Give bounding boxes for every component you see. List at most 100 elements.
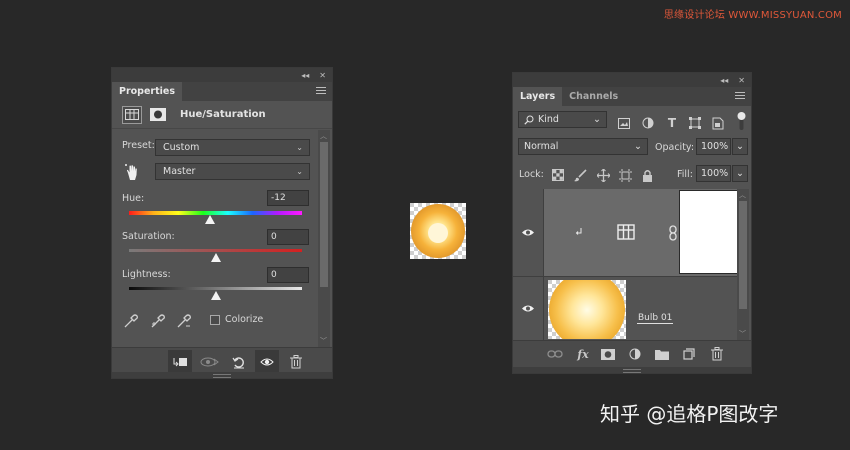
toggle-visibility-button[interactable] xyxy=(255,350,279,373)
properties-scrollbar[interactable]: ︿ ﹀ xyxy=(318,130,330,347)
bulb-image-preview xyxy=(410,203,466,259)
new-group-folder-icon[interactable] xyxy=(653,346,671,362)
lock-all-icon[interactable] xyxy=(640,168,654,182)
preset-label: Preset: xyxy=(122,140,155,151)
clipping-arrow-icon xyxy=(575,227,585,239)
filter-shape-icon[interactable] xyxy=(688,116,702,130)
eyedropper-icon[interactable] xyxy=(122,312,140,330)
hue-slider-thumb[interactable] xyxy=(204,215,215,224)
lock-artboard-icon[interactable] xyxy=(618,168,632,182)
add-mask-icon[interactable] xyxy=(599,346,617,362)
colorize-label: Colorize xyxy=(225,314,264,325)
fill-input[interactable]: 100% xyxy=(696,165,731,182)
chain-link-icon[interactable] xyxy=(668,225,678,241)
panel-menu-icon[interactable] xyxy=(316,87,326,96)
opacity-label: Opacity: xyxy=(655,142,695,153)
panel-resize-grip[interactable] xyxy=(513,367,751,373)
delete-adjustment-button[interactable] xyxy=(284,350,308,373)
lightness-slider[interactable] xyxy=(129,287,302,290)
filter-adjustment-icon[interactable] xyxy=(641,116,655,130)
hue-saturation-layer-icon xyxy=(617,224,635,240)
chevron-down-icon: ⌄ xyxy=(593,114,601,125)
fill-dropdown[interactable]: ⌄ xyxy=(732,165,748,182)
preset-dropdown[interactable]: Custom ⌄ xyxy=(155,139,310,156)
lock-transparent-icon[interactable] xyxy=(551,168,565,182)
layer-mask-thumbnail[interactable] xyxy=(680,191,738,273)
layers-scrollbar[interactable]: ︿ ﹀ xyxy=(737,189,749,340)
reset-adjustment-button[interactable] xyxy=(227,350,251,373)
filter-pixel-icon[interactable] xyxy=(617,116,631,130)
saturation-input[interactable]: 0 xyxy=(267,229,309,245)
chevron-down-icon: ⌄ xyxy=(296,167,303,176)
tab-channels[interactable]: Channels xyxy=(562,87,625,106)
chevron-down-icon: ⌄ xyxy=(736,168,744,179)
opacity-input[interactable]: 100% xyxy=(696,138,731,155)
lock-image-brush-icon[interactable] xyxy=(573,168,587,182)
collapse-icon[interactable]: ◂◂ xyxy=(301,71,309,80)
eyedropper-subtract-icon[interactable] xyxy=(175,312,193,330)
filter-kind-dropdown[interactable]: Kind ⌄ xyxy=(518,111,607,128)
layer-mask-icon[interactable] xyxy=(148,106,168,124)
close-icon[interactable]: ✕ xyxy=(319,71,326,80)
hue-slider[interactable] xyxy=(129,211,302,215)
chevron-down-icon: ⌄ xyxy=(634,141,642,152)
tab-properties[interactable]: Properties xyxy=(112,82,182,101)
visibility-eye-icon[interactable] xyxy=(513,277,544,340)
layer-style-fx-icon[interactable]: fx xyxy=(574,346,592,362)
panel-resize-grip[interactable] xyxy=(112,372,332,378)
lightness-slider-thumb[interactable] xyxy=(210,291,221,300)
blend-mode-dropdown[interactable]: Normal ⌄ xyxy=(518,138,648,155)
adjustment-title: Hue/Saturation xyxy=(180,109,266,120)
scrollbar-thumb[interactable] xyxy=(739,201,747,309)
filter-kind-value: Kind xyxy=(538,114,559,125)
layers-footer: fx xyxy=(513,340,751,367)
layers-panel: ◂◂ ✕ Layers Channels Kind ⌄ T Normal ⌄ Op… xyxy=(512,72,752,374)
opacity-dropdown[interactable]: ⌄ xyxy=(732,138,748,155)
lightness-input[interactable]: 0 xyxy=(267,267,309,283)
scroll-up-icon[interactable]: ︿ xyxy=(320,131,327,141)
delete-layer-icon[interactable] xyxy=(708,346,726,362)
fill-label: Fill: xyxy=(677,169,693,180)
scroll-down-icon[interactable]: ﹀ xyxy=(320,336,327,346)
layer-name[interactable]: Bulb 01 xyxy=(637,313,674,324)
properties-footer xyxy=(112,347,332,374)
close-icon[interactable]: ✕ xyxy=(738,76,745,85)
targeted-adjustment-hand-icon[interactable] xyxy=(124,163,140,181)
visibility-eye-icon[interactable] xyxy=(513,189,544,276)
collapse-icon[interactable]: ◂◂ xyxy=(720,76,728,85)
layer-row-bulb[interactable]: Bulb 01 xyxy=(513,272,737,348)
new-layer-icon[interactable] xyxy=(680,346,698,362)
link-layers-icon[interactable] xyxy=(546,346,564,362)
view-previous-state-button[interactable] xyxy=(198,350,222,373)
search-icon xyxy=(524,115,534,125)
lock-position-icon[interactable] xyxy=(596,168,610,182)
lightness-label: Lightness: xyxy=(122,269,171,280)
saturation-slider[interactable] xyxy=(129,249,302,252)
layers-tabbar: Layers Channels xyxy=(513,87,751,106)
scrollbar-thumb[interactable] xyxy=(320,142,328,287)
layer-list: Bulb 01 xyxy=(513,189,738,348)
filter-toggle-switch[interactable] xyxy=(737,111,746,131)
chevron-down-icon: ⌄ xyxy=(296,143,303,152)
panel-titlebar: ◂◂ ✕ xyxy=(513,73,751,87)
eyedropper-add-icon[interactable] xyxy=(149,312,167,330)
tab-layers[interactable]: Layers xyxy=(513,87,563,106)
scroll-up-icon[interactable]: ︿ xyxy=(739,190,746,200)
watermark-bottom: 知乎 @追格P图改字 xyxy=(600,402,779,426)
preset-row: Preset: xyxy=(122,140,155,151)
clip-to-layer-button[interactable] xyxy=(168,350,192,373)
filter-type-icon[interactable]: T xyxy=(665,116,679,130)
panel-menu-icon[interactable] xyxy=(735,92,745,101)
scroll-down-icon[interactable]: ﹀ xyxy=(739,329,746,339)
bulb-layer-thumbnail[interactable] xyxy=(548,272,626,348)
channel-dropdown[interactable]: Master ⌄ xyxy=(155,163,310,180)
new-adjustment-layer-icon[interactable] xyxy=(626,346,644,362)
filter-smart-object-icon[interactable] xyxy=(711,116,725,130)
saturation-slider-thumb[interactable] xyxy=(210,253,221,262)
colorize-checkbox[interactable] xyxy=(210,315,220,325)
channel-value: Master xyxy=(163,166,196,177)
layer-row-hue-saturation[interactable] xyxy=(513,189,738,277)
blend-mode-value: Normal xyxy=(524,141,559,152)
hue-saturation-icon[interactable] xyxy=(122,105,142,124)
hue-input[interactable]: -12 xyxy=(267,190,309,206)
